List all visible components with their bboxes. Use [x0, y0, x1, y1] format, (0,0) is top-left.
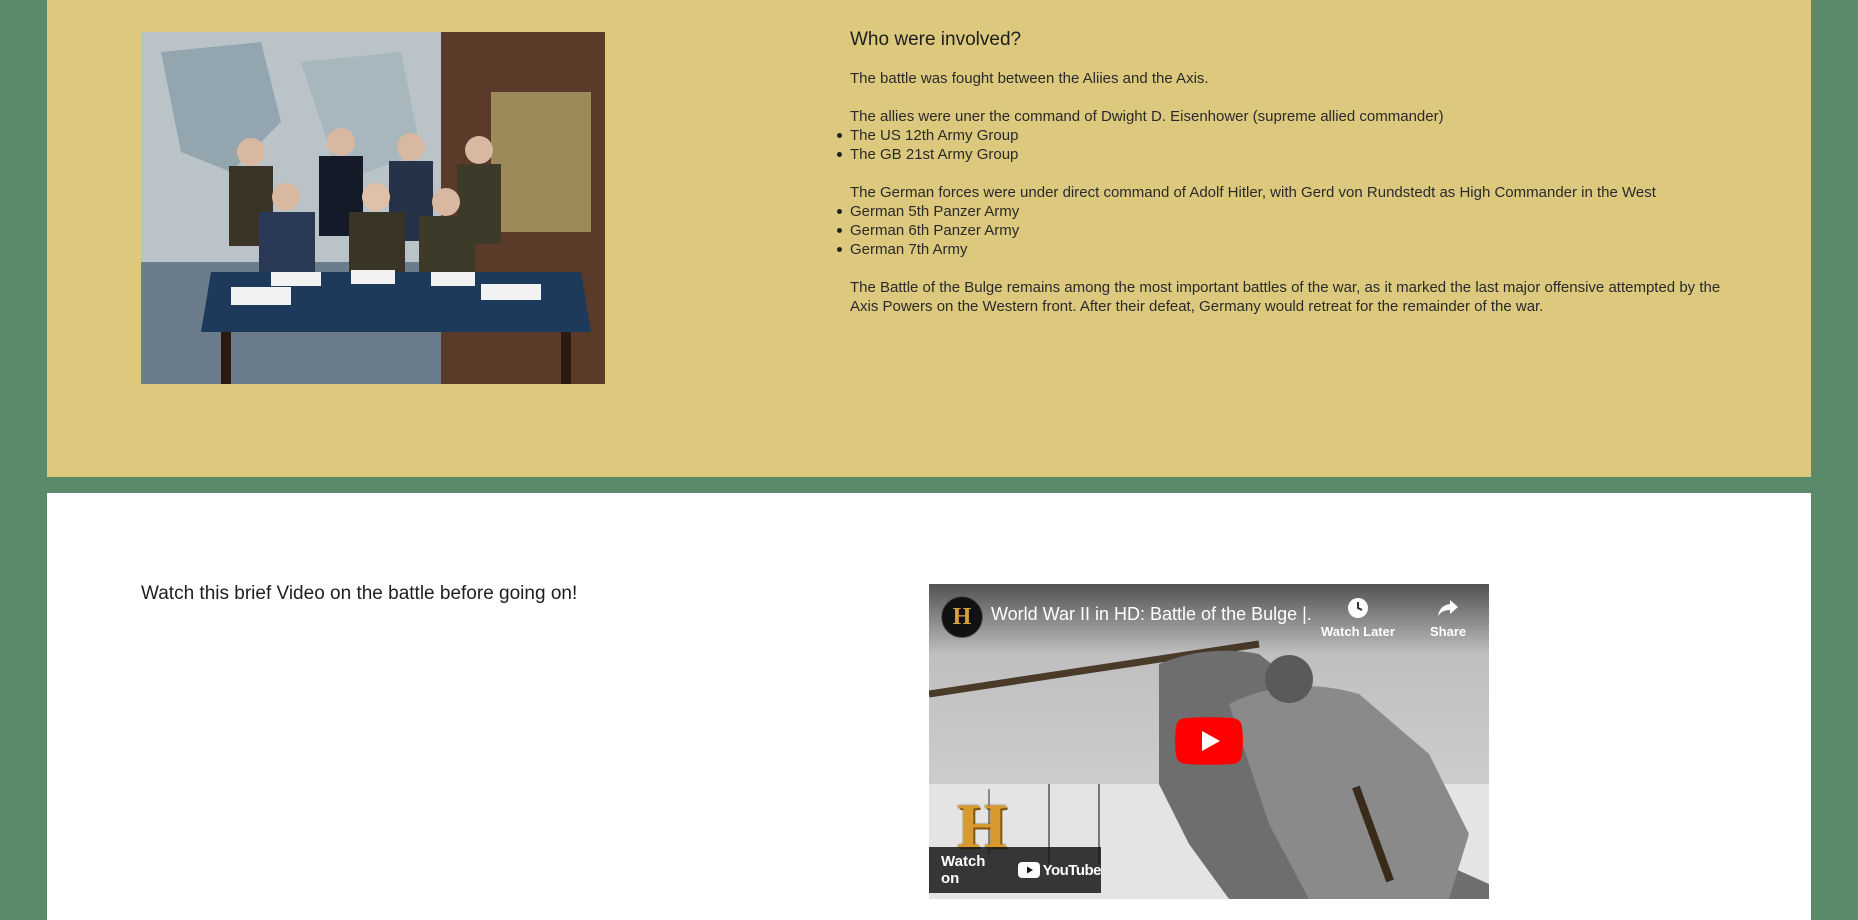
involved-section: Who were involved? The battle was fought…: [47, 0, 1811, 477]
youtube-embed[interactable]: H World War II in HD: Battle of the Bulg…: [929, 584, 1489, 899]
list-item: German 6th Panzer Army: [837, 221, 1750, 240]
watch-later-button[interactable]: Watch Later: [1321, 596, 1395, 639]
involved-intro: The battle was fought between the Aliies…: [850, 70, 1209, 87]
watch-on-youtube-button[interactable]: Watch on YouTube: [929, 847, 1102, 893]
share-icon: [1438, 600, 1459, 616]
video-title[interactable]: World War II in HD: Battle of the Bulge …: [991, 604, 1311, 625]
clock-icon: [1347, 598, 1368, 618]
allies-intro: The allies were uner the command of Dwig…: [850, 108, 1444, 125]
youtube-wordmark: YouTube: [1042, 861, 1102, 879]
youtube-logo: YouTube: [1017, 861, 1102, 879]
commanders-photo: [141, 32, 605, 384]
axis-intro: The German forces were under direct comm…: [850, 184, 1656, 201]
involved-heading: Who were involved?: [850, 29, 1022, 50]
axis-list: German 5th Panzer Army German 6th Panzer…: [837, 202, 1750, 259]
video-prompt: Watch this brief Video on the battle bef…: [141, 583, 578, 604]
watch-on-label: Watch on: [941, 853, 986, 887]
allies-list: The US 12th Army Group The GB 21st Army …: [837, 126, 1750, 164]
play-button[interactable]: [1175, 717, 1243, 765]
list-item: German 5th Panzer Army: [837, 202, 1750, 221]
share-button[interactable]: Share: [1430, 596, 1466, 639]
video-section: Watch this brief Video on the battle bef…: [47, 493, 1811, 920]
youtube-play-icon: [1017, 862, 1040, 878]
channel-logo[interactable]: H: [941, 596, 983, 638]
involved-conclusion: The Battle of the Bulge remains among th…: [850, 279, 1721, 315]
share-label: Share: [1430, 624, 1467, 639]
watch-later-label: Watch Later: [1321, 624, 1395, 639]
list-item: The US 12th Army Group: [837, 126, 1750, 145]
involved-text: Who were involved? The battle was fought…: [837, 29, 1750, 335]
list-item: German 7th Army: [837, 240, 1750, 259]
list-item: The GB 21st Army Group: [837, 145, 1750, 164]
